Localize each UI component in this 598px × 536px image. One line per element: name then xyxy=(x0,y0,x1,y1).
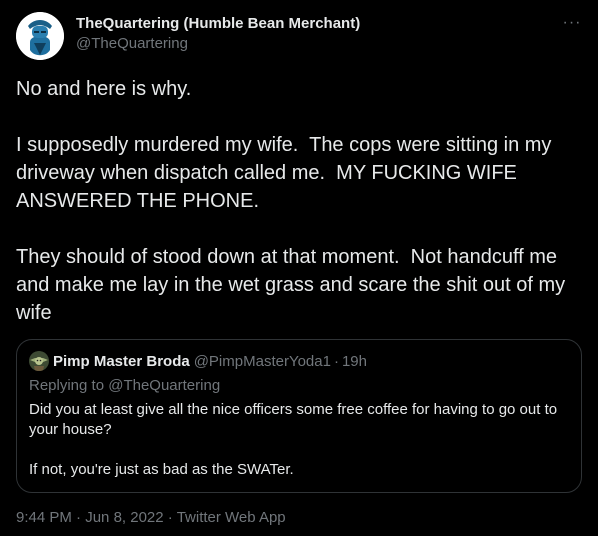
tweet-paragraph: No and here is why. xyxy=(16,78,192,100)
author-display-name[interactable]: TheQuartering (Humble Bean Merchant) xyxy=(76,14,360,34)
quoted-tweet-text: Did you at least give all the nice offic… xyxy=(29,400,569,480)
quoted-paragraph: If not, you're just as bad as the SWATer… xyxy=(29,461,294,478)
tweet-text: No and here is why. I supposedly murdere… xyxy=(16,75,586,327)
yoda-avatar-icon xyxy=(29,351,49,371)
quoted-timestamp[interactable]: 19h xyxy=(342,353,367,370)
separator-dot: · xyxy=(167,509,173,526)
bearded-man-avatar-icon xyxy=(16,12,64,60)
tweet-paragraph: They should of stood down at that moment… xyxy=(16,246,571,324)
more-options-icon[interactable]: ··· xyxy=(562,15,582,36)
author-handle[interactable]: @TheQuartering xyxy=(76,34,360,54)
tweet-time[interactable]: 9:44 PM xyxy=(16,509,72,526)
quoted-handle[interactable]: @PimpMasterYoda1 xyxy=(194,353,331,370)
quoted-paragraph: Did you at least give all the nice offic… xyxy=(29,401,558,438)
replying-to[interactable]: Replying to @TheQuartering xyxy=(29,376,220,396)
quoted-tweet-header: Pimp Master Broda @PimpMasterYoda1 · 19h xyxy=(29,351,367,371)
tweet-meta: 9:44 PM · Jun 8, 2022 · Twitter Web App xyxy=(16,508,286,528)
tweet-paragraph: I supposedly murdered my wife. The cops … xyxy=(16,134,557,212)
quoted-tweet[interactable]: Pimp Master Broda @PimpMasterYoda1 · 19h… xyxy=(16,339,582,493)
quoted-display-name[interactable]: Pimp Master Broda xyxy=(53,353,190,370)
tweet-date[interactable]: Jun 8, 2022 xyxy=(85,509,163,526)
tweet-header: TheQuartering (Humble Bean Merchant) @Th… xyxy=(16,12,582,60)
author-avatar[interactable] xyxy=(16,12,64,60)
quoted-author-avatar[interactable] xyxy=(29,351,49,371)
author-names: TheQuartering (Humble Bean Merchant) @Th… xyxy=(76,14,360,54)
tweet-source[interactable]: Twitter Web App xyxy=(177,509,286,526)
separator-dot: · xyxy=(333,352,339,370)
separator-dot: · xyxy=(76,509,82,526)
